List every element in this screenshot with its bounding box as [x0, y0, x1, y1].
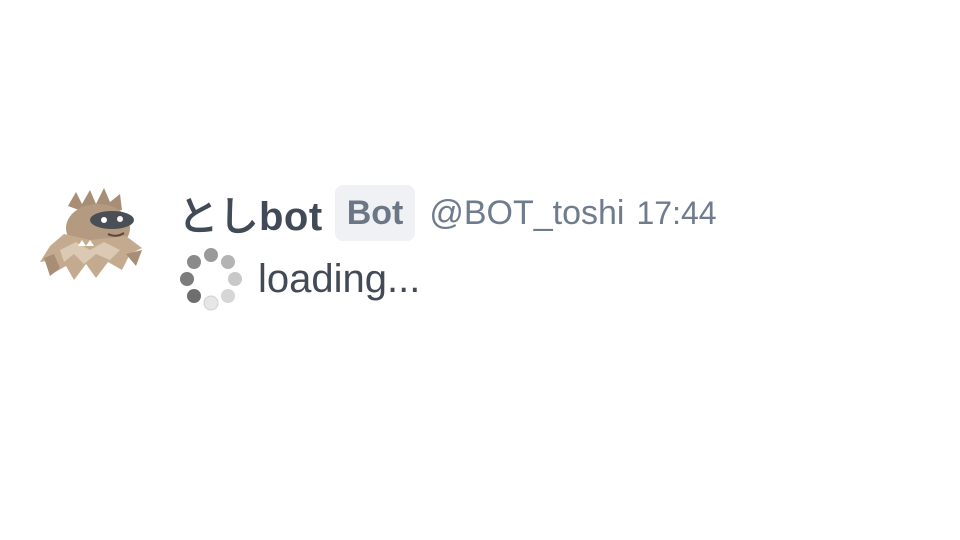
avatar[interactable] [30, 184, 150, 294]
loading-spinner-icon [180, 248, 242, 311]
loading-text: loading... [258, 256, 421, 301]
yeti-mascot-avatar-icon [40, 188, 142, 280]
bot-badge: Bot [334, 185, 416, 241]
message-body: loading... [176, 244, 420, 314]
timestamp[interactable]: 17:44 [636, 195, 716, 232]
message-header: としbot Bot @BOT_toshi 17:44 [178, 182, 717, 244]
display-name[interactable]: としbot [178, 184, 323, 242]
chat-message: としbot Bot @BOT_toshi 17:44 loading... [30, 182, 930, 322]
user-handle[interactable]: @BOT_toshi [429, 194, 624, 233]
